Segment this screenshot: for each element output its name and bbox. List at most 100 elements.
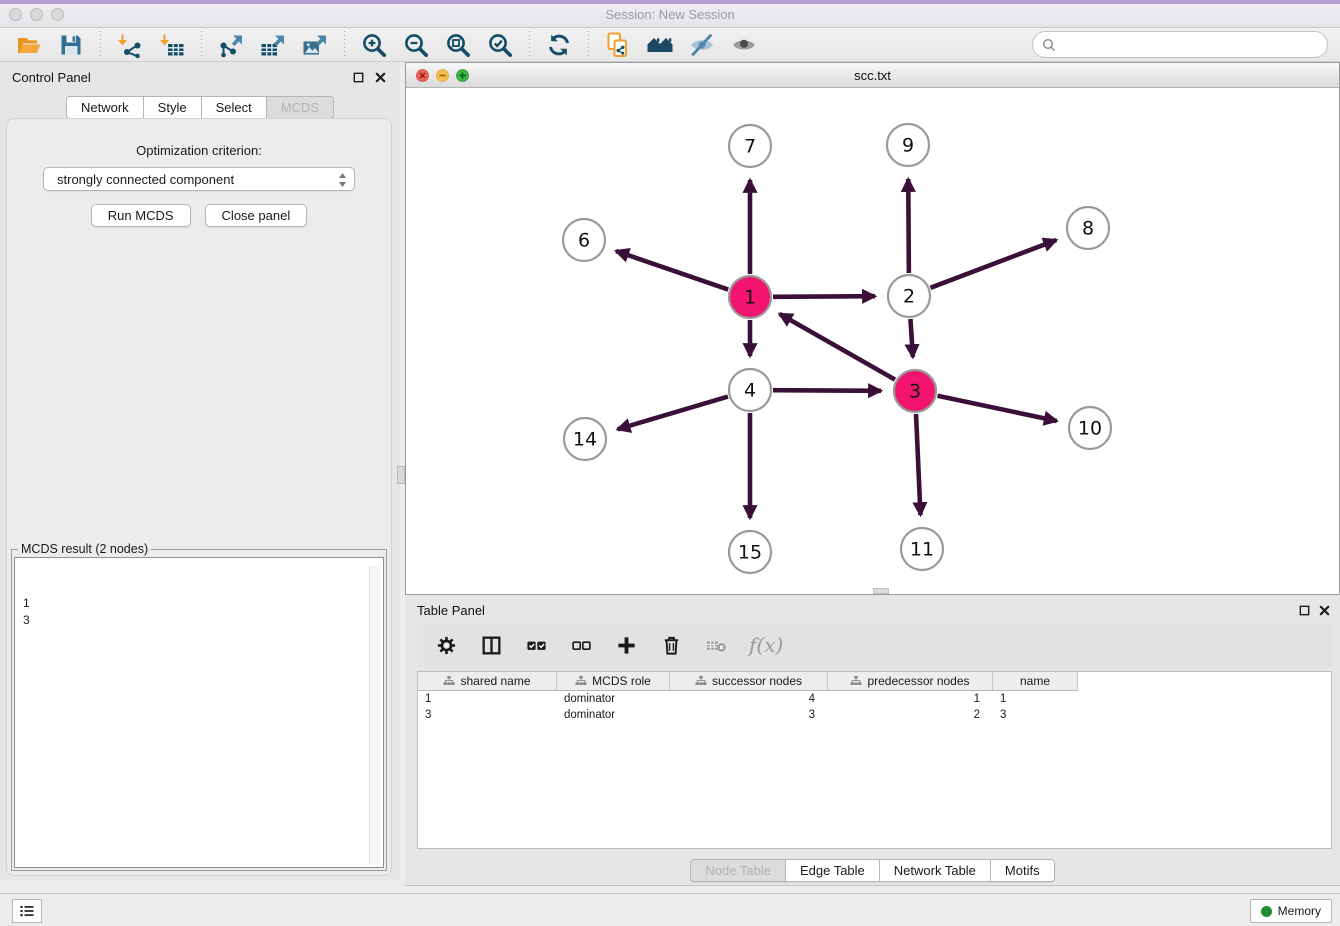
float-panel-icon[interactable]	[351, 70, 366, 85]
zoom-selected-icon[interactable]	[485, 30, 515, 60]
table-tab-network-table[interactable]: Network Table	[879, 859, 991, 882]
gear-icon[interactable]	[434, 633, 458, 657]
mcds-result-fieldset: MCDS result (2 nodes) 13	[11, 549, 387, 871]
task-history-button[interactable]	[12, 899, 42, 923]
cell-shared-name[interactable]: 3	[418, 707, 557, 723]
open-session-icon[interactable]	[14, 30, 44, 60]
node-6[interactable]: 6	[563, 219, 605, 261]
network-window-titlebar[interactable]: scc.txt	[406, 63, 1339, 88]
first-neighbors-icon[interactable]	[645, 30, 675, 60]
cell-predecessor-nodes[interactable]: 2	[828, 707, 993, 723]
control-panel-tabs: NetworkStyleSelectMCDS	[0, 96, 400, 119]
edge-1-2[interactable]	[773, 296, 875, 297]
zoom-fit-icon[interactable]	[443, 30, 473, 60]
table-tab-motifs[interactable]: Motifs	[990, 859, 1055, 882]
cell-predecessor-nodes[interactable]: 1	[828, 691, 993, 707]
table-row[interactable]: 3dominator323	[418, 707, 1331, 723]
delete-column-icon[interactable]	[659, 633, 683, 657]
svg-text:8: 8	[1082, 218, 1094, 240]
export-table-icon[interactable]	[258, 30, 288, 60]
node-3[interactable]: 3	[894, 370, 936, 412]
table-tab-node-table[interactable]: Node Table	[690, 859, 786, 882]
import-table-icon[interactable]	[157, 30, 187, 60]
select-all-columns-icon[interactable]	[524, 633, 548, 657]
node-1[interactable]: 1	[729, 276, 771, 318]
node-8[interactable]: 8	[1067, 207, 1109, 249]
node-4[interactable]: 4	[729, 369, 771, 411]
node-15[interactable]: 15	[729, 531, 771, 573]
import-network-icon[interactable]	[115, 30, 145, 60]
svg-text:10: 10	[1078, 418, 1102, 440]
edge-3-11[interactable]	[916, 414, 920, 515]
edge-3-10[interactable]	[938, 396, 1057, 421]
cell-MCDS-role[interactable]: dominator	[557, 707, 670, 723]
float-table-panel-icon[interactable]	[1297, 603, 1312, 618]
close-table-panel-icon[interactable]	[1317, 603, 1332, 618]
column-header-MCDS-role[interactable]: MCDS role	[557, 672, 670, 691]
table-row[interactable]: 1dominator411	[418, 691, 1331, 707]
memory-label: Memory	[1278, 904, 1321, 918]
canvas-scroll-handle[interactable]	[873, 588, 889, 594]
svg-text:4: 4	[744, 380, 756, 402]
svg-text:1: 1	[744, 287, 756, 309]
hide-selected-icon[interactable]	[687, 30, 717, 60]
tab-select[interactable]: Select	[201, 96, 267, 119]
delete-table-icon[interactable]	[704, 633, 728, 657]
tab-style[interactable]: Style	[143, 96, 202, 119]
node-11[interactable]: 11	[901, 528, 943, 570]
edge-3-1[interactable]	[780, 314, 895, 380]
edge-4-3[interactable]	[773, 390, 881, 391]
cell-MCDS-role[interactable]: dominator	[557, 691, 670, 707]
column-header-predecessor-nodes[interactable]: predecessor nodes	[828, 672, 993, 691]
node-table: shared nameMCDS rolesuccessor nodesprede…	[417, 671, 1332, 849]
cell-shared-name[interactable]: 1	[418, 691, 557, 707]
close-panel-icon[interactable]	[373, 70, 388, 85]
export-network-icon[interactable]	[216, 30, 246, 60]
cell-name[interactable]: 1	[993, 691, 1078, 707]
cell-name[interactable]: 3	[993, 707, 1078, 723]
column-header-shared-name[interactable]: shared name	[418, 672, 557, 691]
node-9[interactable]: 9	[887, 124, 929, 166]
network-view-window: scc.txt 1 2 3 4 6 7 8 9 10 11 14 15	[405, 62, 1340, 595]
new-network-from-selection-icon[interactable]	[603, 30, 633, 60]
result-scrollbar[interactable]	[369, 566, 380, 864]
search-input[interactable]	[1056, 37, 1327, 52]
run-mcds-button[interactable]: Run MCDS	[91, 204, 191, 227]
tab-network[interactable]: Network	[66, 96, 144, 119]
table-panel: Table Panel f(x) shared nameMCDS rolesuc…	[405, 595, 1340, 886]
edge-2-9[interactable]	[908, 179, 909, 273]
edge-2-3[interactable]	[910, 319, 912, 357]
zoom-in-icon[interactable]	[359, 30, 389, 60]
table-tab-edge-table[interactable]: Edge Table	[785, 859, 880, 882]
column-header-name[interactable]: name	[993, 672, 1078, 691]
cell-successor-nodes[interactable]: 3	[670, 707, 828, 723]
split-columns-icon[interactable]	[479, 633, 503, 657]
refresh-layout-icon[interactable]	[544, 30, 574, 60]
cell-successor-nodes[interactable]: 4	[670, 691, 828, 707]
network-title: scc.txt	[406, 68, 1339, 83]
memory-button[interactable]: Memory	[1250, 899, 1332, 923]
network-canvas[interactable]: 1 2 3 4 6 7 8 9 10 11 14 15	[406, 88, 1339, 594]
edge-1-6[interactable]	[616, 251, 728, 289]
control-panel: Control Panel NetworkStyleSelectMCDS Opt…	[0, 62, 400, 880]
node-7[interactable]: 7	[729, 125, 771, 167]
close-panel-button[interactable]: Close panel	[205, 204, 308, 227]
mcds-panel: Optimization criterion: strongly connect…	[6, 118, 392, 876]
toolbar-separator	[100, 31, 101, 59]
node-10[interactable]: 10	[1069, 407, 1111, 449]
show-all-icon[interactable]	[729, 30, 759, 60]
panel-divider-handle[interactable]	[397, 466, 405, 484]
edge-2-8[interactable]	[931, 240, 1057, 288]
tab-mcds[interactable]: MCDS	[266, 96, 334, 119]
export-image-icon[interactable]	[300, 30, 330, 60]
node-2[interactable]: 2	[888, 275, 930, 317]
criterion-select[interactable]: strongly connected component	[43, 167, 355, 191]
edge-4-14[interactable]	[618, 397, 728, 430]
column-header-successor-nodes[interactable]: successor nodes	[670, 672, 828, 691]
save-session-icon[interactable]	[56, 30, 86, 60]
zoom-out-icon[interactable]	[401, 30, 431, 60]
node-14[interactable]: 14	[564, 418, 606, 460]
add-column-icon[interactable]	[614, 633, 638, 657]
unselect-all-columns-icon[interactable]	[569, 633, 593, 657]
function-builder-icon[interactable]: f(x)	[749, 633, 783, 657]
